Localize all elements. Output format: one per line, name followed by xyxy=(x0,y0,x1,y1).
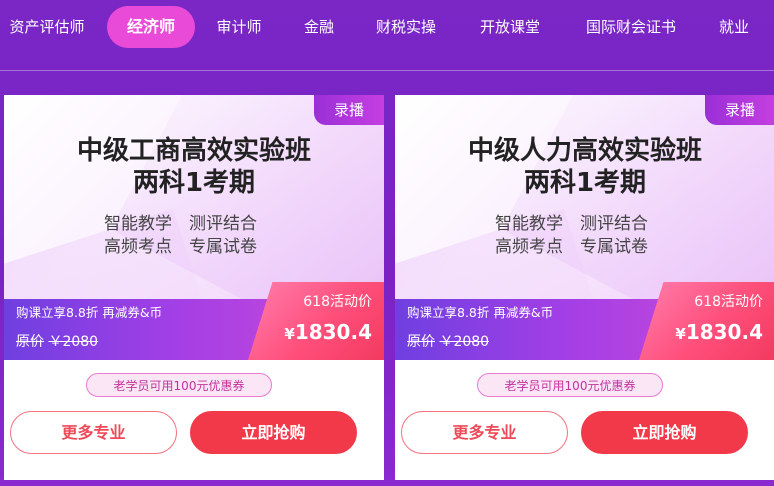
recorded-tag: 录播 xyxy=(314,95,384,125)
course-card-1[interactable]: 录播 中级工商高效实验班 两科1考期 智能教学 测评结合 高频考点 专属试卷 购… xyxy=(4,95,384,480)
sale-price-value: 1830.4 xyxy=(685,320,763,344)
nav-item-open-class[interactable]: 开放课堂 xyxy=(472,6,548,48)
promo-text: 购课立享8.8折 再减券&币 xyxy=(407,305,554,320)
nav-item-auditor[interactable]: 审计师 xyxy=(208,6,270,48)
course-title-line1: 中级工商高效实验班 xyxy=(76,136,311,166)
nav-item-tax-practice[interactable]: 财税实操 xyxy=(368,6,444,48)
more-majors-button[interactable]: 更多专业 xyxy=(10,411,177,454)
sale-price: ¥1830.4 xyxy=(254,317,378,349)
sale-price-label: 618活动价 xyxy=(694,294,763,310)
course-banner[interactable]: 录播 中级工商高效实验班 两科1考期 智能教学 测评结合 高频考点 专属试卷 购… xyxy=(4,95,384,360)
features-line1: 智能教学 测评结合 xyxy=(495,214,648,234)
nav-item-intl-certificate[interactable]: 国际财会证书 xyxy=(578,6,684,48)
original-price-label: 原价 xyxy=(16,334,44,350)
nav-item-asset-appraiser[interactable]: 资产评估师 xyxy=(4,6,90,48)
nav-item-finance[interactable]: 金融 xyxy=(296,6,342,48)
sale-price-label: 618活动价 xyxy=(303,294,372,310)
buy-now-button[interactable]: 立即抢购 xyxy=(581,411,748,454)
course-title-line1: 中级人力高效实验班 xyxy=(467,136,702,166)
currency-symbol: ¥ xyxy=(675,325,686,343)
course-title: 中级工商高效实验班 两科1考期 xyxy=(4,135,384,199)
features-line2: 高频考点 专属试卷 xyxy=(104,237,257,257)
nav-divider xyxy=(0,70,774,71)
course-title-line2: 两科1考期 xyxy=(132,168,256,198)
original-price-value: ￥2080 xyxy=(439,334,490,350)
nav-item-economist[interactable]: 经济师 xyxy=(107,6,195,48)
original-price-label: 原价 xyxy=(407,334,435,350)
coupon-badge[interactable]: 老学员可用100元优惠券 xyxy=(86,373,272,397)
course-features: 智能教学 测评结合 高频考点 专属试卷 xyxy=(104,213,257,259)
currency-symbol: ¥ xyxy=(284,325,295,343)
features-line2: 高频考点 专属试卷 xyxy=(495,237,648,257)
course-title: 中级人力高效实验班 两科1考期 xyxy=(395,135,774,199)
more-majors-button[interactable]: 更多专业 xyxy=(401,411,568,454)
course-card-2[interactable]: 录播 中级人力高效实验班 两科1考期 智能教学 测评结合 高频考点 专属试卷 购… xyxy=(395,95,774,480)
course-banner[interactable]: 录播 中级人力高效实验班 两科1考期 智能教学 测评结合 高频考点 专属试卷 购… xyxy=(395,95,774,360)
recorded-tag: 录播 xyxy=(705,95,774,125)
nav-item-employment[interactable]: 就业 xyxy=(710,6,758,48)
coupon-badge[interactable]: 老学员可用100元优惠券 xyxy=(477,373,663,397)
original-price-value: ￥2080 xyxy=(48,334,99,350)
course-features: 智能教学 测评结合 高频考点 专属试卷 xyxy=(495,213,648,259)
buy-now-button[interactable]: 立即抢购 xyxy=(190,411,357,454)
promo-text: 购课立享8.8折 再减券&币 xyxy=(16,305,163,320)
sale-price: ¥1830.4 xyxy=(645,317,769,349)
sale-price-value: 1830.4 xyxy=(294,320,372,344)
top-nav: 资产评估师 经济师 审计师 金融 财税实操 开放课堂 国际财会证书 就业 xyxy=(0,0,774,54)
course-title-line2: 两科1考期 xyxy=(523,168,647,198)
original-price: 原价 ￥2080 xyxy=(16,331,98,353)
features-line1: 智能教学 测评结合 xyxy=(104,214,257,234)
original-price: 原价 ￥2080 xyxy=(407,331,489,353)
